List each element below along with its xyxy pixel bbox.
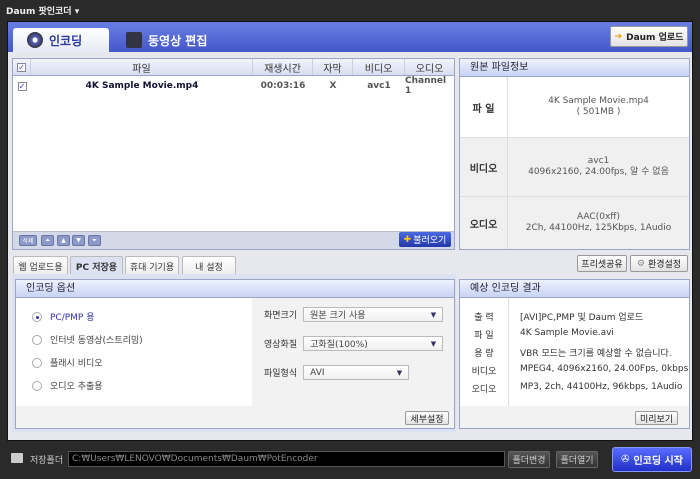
settings-button[interactable]: ⚙ 환경설정 xyxy=(630,255,688,272)
move-top-button[interactable]: ⏶ xyxy=(41,235,54,246)
film-reel-icon xyxy=(27,32,43,48)
chevron-down-icon: ▼ xyxy=(396,368,403,377)
preset-share-button[interactable]: 프리셋공유 xyxy=(577,255,627,272)
move-up-button[interactable]: ▲ xyxy=(57,235,70,246)
select-value: 원본 크기 사용 xyxy=(310,311,366,321)
preset-tab-custom[interactable]: 내 설정 xyxy=(182,256,236,275)
file-list-header: ✓ 파일 재생시간 자막 비디오 오디오 xyxy=(12,58,455,76)
chevron-down-icon: ▼ xyxy=(430,339,437,348)
tab-label: 인코딩 xyxy=(49,33,83,48)
row-value: avc1 xyxy=(587,156,610,166)
quality-select[interactable]: 고화질(100%) ▼ xyxy=(303,336,444,351)
info-row-video: 비디오 avc1 4096x2160, 24.00fps, 알 수 없음 xyxy=(460,137,689,196)
radio-label: 인터넷 동영상(스트리밍) xyxy=(50,336,143,346)
row-checkbox[interactable]: ✓ xyxy=(13,77,31,95)
button-label: 환경설정 xyxy=(647,260,682,270)
source-info-panel: 원본 파일정보 파 일 4K Sample Movie.mp4( 501MB ) … xyxy=(459,58,690,250)
preset-tab-web[interactable]: 웹 업로드용 xyxy=(13,256,68,275)
radio-pc-pmp[interactable]: PC/PMP 용 xyxy=(32,310,95,323)
screen-size-select[interactable]: 원본 크기 사용 ▼ xyxy=(303,307,444,322)
button-label: Daum 업로드 xyxy=(626,33,684,43)
row-label: 오디오 xyxy=(460,197,508,249)
app-title[interactable]: Daum 팟인코더 ▾ xyxy=(6,4,79,17)
preview-button[interactable]: 미리보기 xyxy=(635,411,678,425)
field-label: 화면크기 xyxy=(264,311,298,321)
cell-audio: Channel 1 xyxy=(405,76,447,96)
result-row: 출 력 [AVI]PC,PMP 및 Daum 업로드 xyxy=(474,313,644,323)
radio-flash[interactable]: 플래시 비디오 xyxy=(32,356,103,369)
format-select[interactable]: AVI ▼ xyxy=(303,365,410,380)
panel-title: 인코딩 옵션 xyxy=(16,280,454,298)
gear-icon: ⚙ xyxy=(636,258,645,269)
column-subtitle[interactable]: 자막 xyxy=(313,59,353,75)
row-label: 파 일 xyxy=(460,77,508,137)
open-folder-button[interactable]: 폴더열기 xyxy=(556,451,598,468)
cell-file: 4K Sample Movie.mp4 xyxy=(85,81,199,91)
scissors-icon xyxy=(126,32,142,48)
row-value: AAC(0xff) xyxy=(577,212,620,222)
tab-video-edit[interactable]: 동영상 편집 xyxy=(112,28,212,52)
radio-label: 플래시 비디오 xyxy=(50,359,103,369)
folder-icon xyxy=(11,453,23,463)
table-row[interactable]: ✓ 4K Sample Movie.mp4 00:03:16 X avc1 Ch… xyxy=(13,76,454,96)
column-video[interactable]: 비디오 xyxy=(353,59,405,75)
field-label: 파일형식 xyxy=(264,369,298,379)
column-duration[interactable]: 재생시간 xyxy=(253,59,313,75)
tab-band xyxy=(8,22,692,52)
plus-icon: ✚ xyxy=(403,234,412,245)
preset-tab-mobile[interactable]: 휴대 기기용 xyxy=(125,256,179,275)
expected-result-panel: 예상 인코딩 결과 출 력 [AVI]PC,PMP 및 Daum 업로드 파 일4… xyxy=(459,279,690,429)
change-folder-button[interactable]: 폴더변경 xyxy=(508,451,550,468)
delete-button[interactable]: 삭제 xyxy=(19,235,37,246)
add-file-button[interactable]: ✚ 불러오기 xyxy=(399,232,451,247)
result-row: 용 량 VBR 모드는 크기를 예상할 수 없습니다. xyxy=(474,349,672,359)
radio-label: 오디오 추출용 xyxy=(50,382,103,392)
result-row: 비디오 MPEG4, 4096x2160, 24.00Fps, 0kbps xyxy=(471,364,689,377)
move-bottom-button[interactable]: ⏷ xyxy=(88,235,101,246)
move-down-button[interactable]: ▼ xyxy=(72,235,85,246)
field-label: 영상화질 xyxy=(264,340,298,350)
encoding-options-panel: 인코딩 옵션 PC/PMP 용 인터넷 동영상(스트리밍) 플래시 비디오 오디… xyxy=(15,279,455,429)
panel-title: 원본 파일정보 xyxy=(460,59,689,77)
daum-upload-button[interactable]: ➔ Daum 업로드 xyxy=(610,26,688,47)
preset-radio-group: PC/PMP 용 인터넷 동영상(스트리밍) 플래시 비디오 오디오 추출용 xyxy=(16,298,252,406)
radio-audio-extract[interactable]: 오디오 추출용 xyxy=(32,379,103,392)
row-label: 비디오 xyxy=(460,138,508,196)
result-row: 오디오 MP3, 2ch, 44100Hz, 96kbps, 1Audio xyxy=(471,382,683,395)
preset-tab-pc[interactable]: PC 저장용 xyxy=(70,256,123,275)
column-file[interactable]: 파일 xyxy=(31,59,253,75)
row-value: 4K Sample Movie.mp4 xyxy=(548,96,649,106)
select-value: AVI xyxy=(310,367,325,378)
tab-encoding[interactable]: 인코딩 xyxy=(13,28,109,52)
upload-arrow-icon: ➔ xyxy=(614,31,623,42)
row-value: 2Ch, 44100Hz, 125Kbps, 1Audio xyxy=(525,223,672,233)
chevron-down-icon: ▼ xyxy=(430,310,437,319)
column-audio[interactable]: 오디오 xyxy=(405,59,454,75)
row-value: ( 501MB ) xyxy=(576,107,621,117)
tab-label: 동영상 편집 xyxy=(148,33,208,48)
cell-video: avc1 xyxy=(367,81,391,91)
panel-title: 예상 인코딩 결과 xyxy=(460,280,689,298)
select-all-checkbox[interactable]: ✓ xyxy=(13,59,31,75)
row-value: 4096x2160, 24.00fps, 알 수 없음 xyxy=(528,167,669,177)
detail-settings-button[interactable]: 세부설정 xyxy=(405,411,449,425)
save-path-input[interactable]: C:₩Users₩LENOVO₩Documents₩Daum₩PotEncode… xyxy=(68,451,505,467)
radio-streaming[interactable]: 인터넷 동영상(스트리밍) xyxy=(32,333,143,346)
save-folder-label: 저장폴더 xyxy=(30,456,64,466)
select-value: 고화질(100%) xyxy=(310,340,368,350)
cell-duration: 00:03:16 xyxy=(260,81,306,91)
info-row-file: 파 일 4K Sample Movie.mp4( 501MB ) xyxy=(460,77,689,137)
button-label: 불러오기 xyxy=(413,236,447,246)
start-encoding-button[interactable]: ✇ 인코딩 시작 xyxy=(612,447,692,472)
radio-label: PC/PMP 용 xyxy=(50,313,95,323)
result-row: 파 일 4K Sample Movie.avi xyxy=(474,328,614,341)
cell-subtitle: X xyxy=(329,81,337,91)
info-row-audio: 오디오 AAC(0xff) 2Ch, 44100Hz, 125Kbps, 1Audi… xyxy=(460,196,689,249)
button-label: 인코딩 시작 xyxy=(633,456,683,467)
film-reel-icon: ✇ xyxy=(621,454,630,465)
